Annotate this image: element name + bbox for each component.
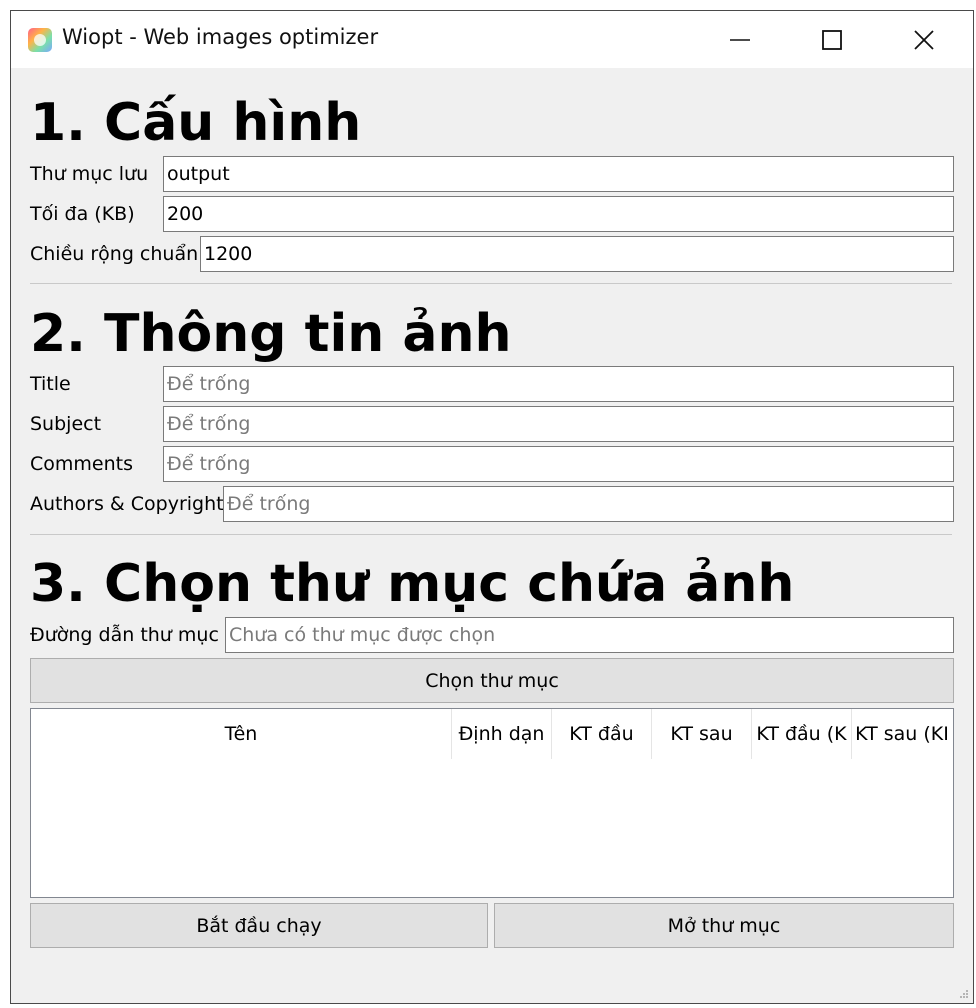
width-label: Chiều rộng chuẩn (30, 243, 199, 265)
title-label: Title (30, 373, 71, 395)
config-heading: 1. Cấu hình (30, 93, 362, 153)
choose-folder-button[interactable]: Chọn thư mục (30, 658, 954, 703)
app-icon (28, 28, 52, 52)
comments-label: Comments (30, 453, 133, 475)
authors-input[interactable] (223, 486, 954, 522)
title-input[interactable] (163, 366, 954, 402)
image-table[interactable]: Tên Định dạn KT đầu KT sau KT đầu (K KT … (30, 708, 954, 898)
info-heading: 2. Thông tin ảnh (30, 304, 512, 364)
minimize-button[interactable] (694, 11, 786, 68)
title-bar[interactable]: Wiopt - Web images optimizer (11, 11, 973, 68)
subject-label: Subject (30, 413, 102, 435)
max-size-input[interactable] (163, 196, 954, 232)
start-button[interactable]: Bắt đầu chạy (30, 903, 488, 948)
close-button[interactable] (878, 11, 970, 68)
table-header: Tên Định dạn KT đầu KT sau KT đầu (K KT … (31, 709, 953, 759)
output-dir-label: Thư mục lưu (30, 163, 149, 185)
separator (30, 283, 952, 284)
output-dir-input[interactable] (163, 156, 954, 192)
separator (30, 534, 952, 535)
window-title: Wiopt - Web images optimizer (62, 25, 379, 49)
column-header[interactable]: Định dạn (452, 709, 552, 759)
minimize-icon (730, 38, 750, 41)
column-header[interactable]: KT sau (KI (852, 709, 952, 759)
max-size-label: Tối đa (KB) (30, 203, 135, 225)
column-header[interactable]: Tên (31, 709, 452, 759)
width-input[interactable] (200, 236, 954, 272)
subject-input[interactable] (163, 406, 954, 442)
close-icon (914, 29, 934, 50)
folder-path-label: Đường dẫn thư mục (30, 624, 219, 646)
folder-path-input[interactable] (225, 617, 954, 653)
column-header[interactable]: KT đầu (K (752, 709, 852, 759)
maximize-button[interactable] (786, 11, 878, 68)
content-area: 1. Cấu hình Thư mục lưu Tối đa (KB) Chiề… (11, 68, 973, 1003)
column-header[interactable]: KT đầu (552, 709, 652, 759)
column-header[interactable]: KT sau (652, 709, 752, 759)
open-folder-button[interactable]: Mở thư mục (494, 903, 954, 948)
resize-grip-icon[interactable] (959, 989, 969, 999)
comments-input[interactable] (163, 446, 954, 482)
maximize-icon (822, 29, 842, 50)
folder-heading: 3. Chọn thư mục chứa ảnh (30, 554, 795, 614)
main-window: Wiopt - Web images optimizer 1. Cấu hình… (10, 10, 974, 1004)
authors-label: Authors & Copyright (30, 493, 224, 515)
